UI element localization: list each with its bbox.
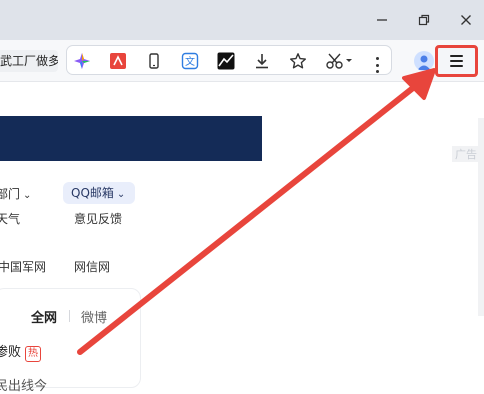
restore-icon[interactable] (412, 8, 436, 32)
nav-feedback[interactable]: 意见反馈 (74, 210, 122, 227)
stock-chart-icon[interactable] (215, 50, 237, 72)
minimize-icon[interactable] (370, 8, 394, 32)
hot-item-label: 惨败 (0, 345, 22, 360)
address-bar[interactable]: 武工厂做多 (0, 50, 58, 72)
extensions-group: 文 (66, 45, 392, 75)
scissors-icon[interactable] (323, 50, 357, 72)
ad-label: 广告 (452, 146, 480, 162)
menu-icon (450, 55, 463, 67)
browser-toolbar: 武工厂做多 文 (0, 40, 484, 82)
menu-button[interactable] (435, 45, 478, 77)
chevron-down-icon: ⌄ (23, 190, 32, 201)
close-icon[interactable] (454, 8, 478, 32)
avatar[interactable] (414, 51, 434, 71)
page-content: 广告 部门 ⌄ QQ邮箱 ⌄ 天气 意见反馈 中国军网 网信网 全网 微博 惨败热 … (0, 82, 484, 394)
nav-weather[interactable]: 天气 (0, 210, 20, 227)
hot-badge: 热 (25, 346, 42, 362)
banner[interactable] (0, 116, 262, 161)
svg-text:文: 文 (185, 55, 195, 68)
hot-search-card: 全网 微博 惨败热 民出线今 (0, 288, 141, 394)
tab-all[interactable]: 全网 (31, 307, 57, 326)
star-icon[interactable] (287, 50, 309, 72)
phone-icon[interactable] (143, 50, 165, 72)
list-item[interactable]: 民出线今 (0, 375, 47, 394)
ai-sparkle-icon[interactable] (71, 50, 93, 72)
nav-qq-mail[interactable]: QQ邮箱 ⌄ (63, 182, 135, 204)
tab-weibo[interactable]: 微博 (81, 307, 107, 326)
list-item[interactable]: 惨败热 (0, 341, 42, 362)
nav-military[interactable]: 中国军网 (0, 258, 46, 275)
translate-icon[interactable]: 文 (179, 50, 201, 72)
scrollbar[interactable] (478, 118, 484, 316)
tab-divider (69, 310, 70, 322)
chevron-down-icon: ⌄ (116, 189, 126, 200)
nav-dept[interactable]: 部门 ⌄ (0, 185, 31, 202)
nav-netinfo[interactable]: 网信网 (74, 258, 110, 275)
window-titlebar (0, 0, 484, 40)
more-icon[interactable] (367, 55, 387, 75)
nav-qq-mail-label: QQ邮箱 (71, 186, 114, 200)
pdf-icon[interactable] (107, 50, 129, 72)
nav-dept-label: 部门 (0, 187, 21, 201)
download-icon[interactable] (251, 50, 273, 72)
